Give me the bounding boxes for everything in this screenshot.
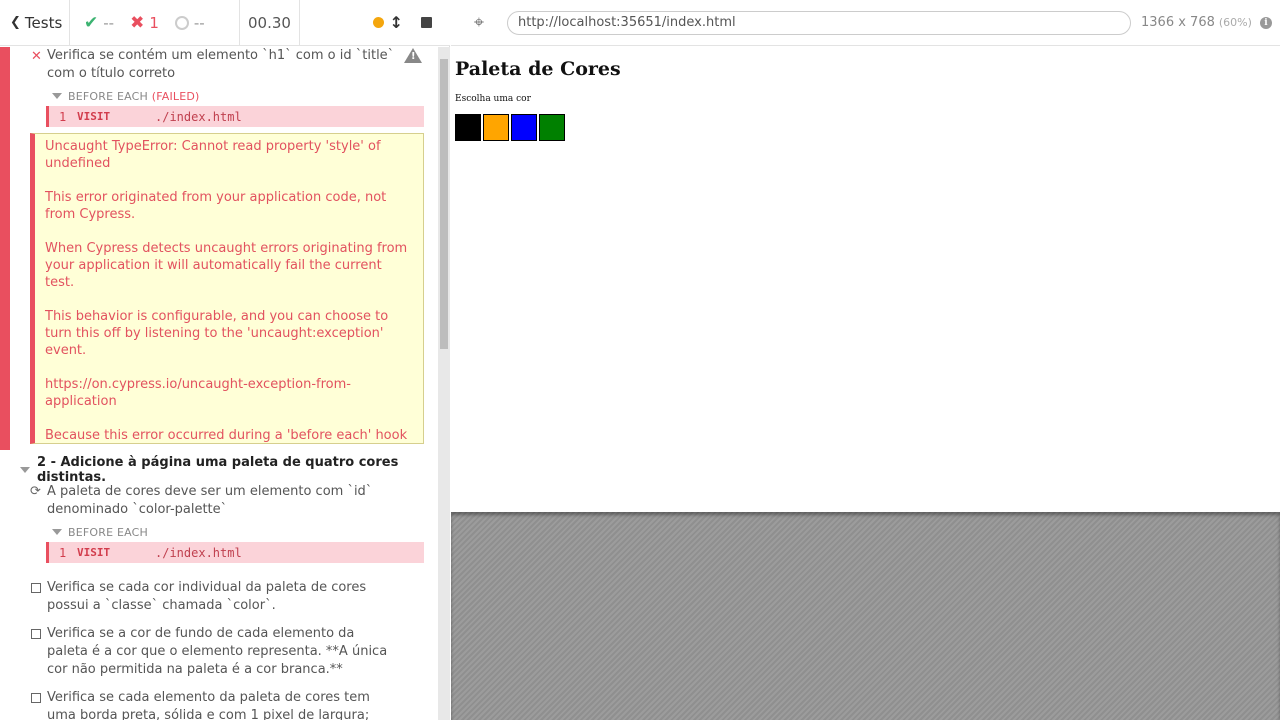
chevron-left-icon: ❮ [10,15,21,30]
command-name: VISIT [77,110,111,123]
color-swatch[interactable] [455,114,481,141]
hook-header-1[interactable]: BEFORE EACH (FAILED) [52,90,200,103]
tests-back-button[interactable]: ❮ Tests [0,0,70,45]
suite-title: 2 - Adicione à página uma paleta de quat… [37,455,399,485]
command-row-visit[interactable]: 1 VISIT ./index.html [46,542,424,563]
pending-count: -- [193,13,205,32]
scrollbar-thumb[interactable] [440,59,448,349]
pending-square-icon [31,693,41,703]
viewport-scale: (60%) [1218,16,1252,29]
tests-label: Tests [24,13,63,32]
selector-playground-crosshair-icon[interactable]: ⌖ [451,12,507,33]
caret-down-icon [52,529,62,535]
caret-down-icon [52,93,62,99]
auto-scroll-icon[interactable]: ↕ [390,13,403,32]
command-row-visit[interactable]: 1 VISIT ./index.html [46,106,424,127]
runnable-list: ✕ Verifica se contém um elemento `h1` co… [0,47,438,720]
test-title-pending[interactable]: Verifica se cada elemento da paleta de c… [47,689,397,720]
reporter-panel: ❮ Tests ✔ -- ✖ 1 -- 00.30 ↕ ✕ Verifica s… [0,0,450,720]
suite-title-2[interactable]: 2 - Adicione à página uma paleta de quat… [20,455,438,485]
color-swatch[interactable] [483,114,509,141]
passed-stat: ✔ -- [84,13,114,33]
failed-stat: ✖ 1 [130,13,159,33]
command-number: 1 [59,109,67,124]
pending-stat: -- [174,13,205,32]
hook-status: (FAILED) [151,90,200,103]
warning-icon[interactable]: ! [404,48,422,63]
color-swatch[interactable] [511,114,537,141]
run-controls: ↕ [300,0,450,45]
reporter-header: ❮ Tests ✔ -- ✖ 1 -- 00.30 ↕ [0,0,450,46]
url-bar[interactable]: http://localhost:35651/index.html [507,10,1131,35]
running-refresh-icon: ⟳ [30,484,41,499]
error-line: Uncaught TypeError: Cannot read property… [45,139,381,171]
command-message: ./index.html [155,545,242,560]
error-message-box[interactable]: Uncaught TypeError: Cannot read property… [30,133,424,444]
circle-icon [174,15,189,30]
stop-button[interactable] [421,17,432,28]
aut-header: ⌖ http://localhost:35651/index.html 1366… [451,0,1280,46]
color-swatch[interactable] [539,114,565,141]
pending-square-icon [31,629,41,639]
error-line: This behavior is configurable, and you c… [45,309,389,358]
failed-indicator-bar [0,47,10,450]
duration: 00.30 [240,0,300,45]
error-line: Because this error occurred during a 'be… [45,428,408,443]
caret-down-icon [20,467,30,473]
page-subtitle: Escolha uma cor [455,94,531,104]
hook-label: BEFORE EACH [68,90,149,103]
test-title-1[interactable]: Verifica se contém um elemento `h1` com … [47,47,397,83]
hook-header-2[interactable]: BEFORE EACH [52,526,148,539]
color-palette [455,114,565,141]
viewport-size: 1366 x 768 [1141,15,1215,30]
command-message: ./index.html [155,109,242,124]
hook-label: BEFORE EACH [68,526,149,539]
pending-square-icon [31,583,41,593]
info-icon[interactable]: i [1259,16,1272,29]
test-title-pending[interactable]: Verifica se a cor de fundo de cada eleme… [47,625,397,679]
page-title: Paleta de Cores [455,58,621,80]
running-indicator-icon [372,17,384,28]
aut-iframe: Paleta de Cores Escolha uma cor [451,47,1280,512]
failed-count: 1 [149,13,159,32]
reporter-scrollbar[interactable] [438,47,450,720]
check-icon: ✔ [84,12,99,33]
aut-background [451,512,1280,720]
error-line: This error originated from your applicat… [45,190,387,222]
error-link[interactable]: https://on.cypress.io/uncaught-exception… [45,376,413,410]
command-number: 1 [59,545,67,560]
viewport-info: 1366 x 768 (60%) i [1141,15,1272,30]
stats: ✔ -- ✖ 1 -- [70,0,240,45]
command-name: VISIT [77,546,111,559]
x-icon: ✖ [130,12,145,33]
test-title-running[interactable]: A paleta de cores deve ser um elemento c… [47,483,397,519]
error-line: When Cypress detects uncaught errors ori… [45,241,408,290]
failed-x-icon: ✕ [31,49,42,64]
passed-count: -- [103,13,115,32]
test-title-pending[interactable]: Verifica se cada cor individual da palet… [47,579,397,615]
